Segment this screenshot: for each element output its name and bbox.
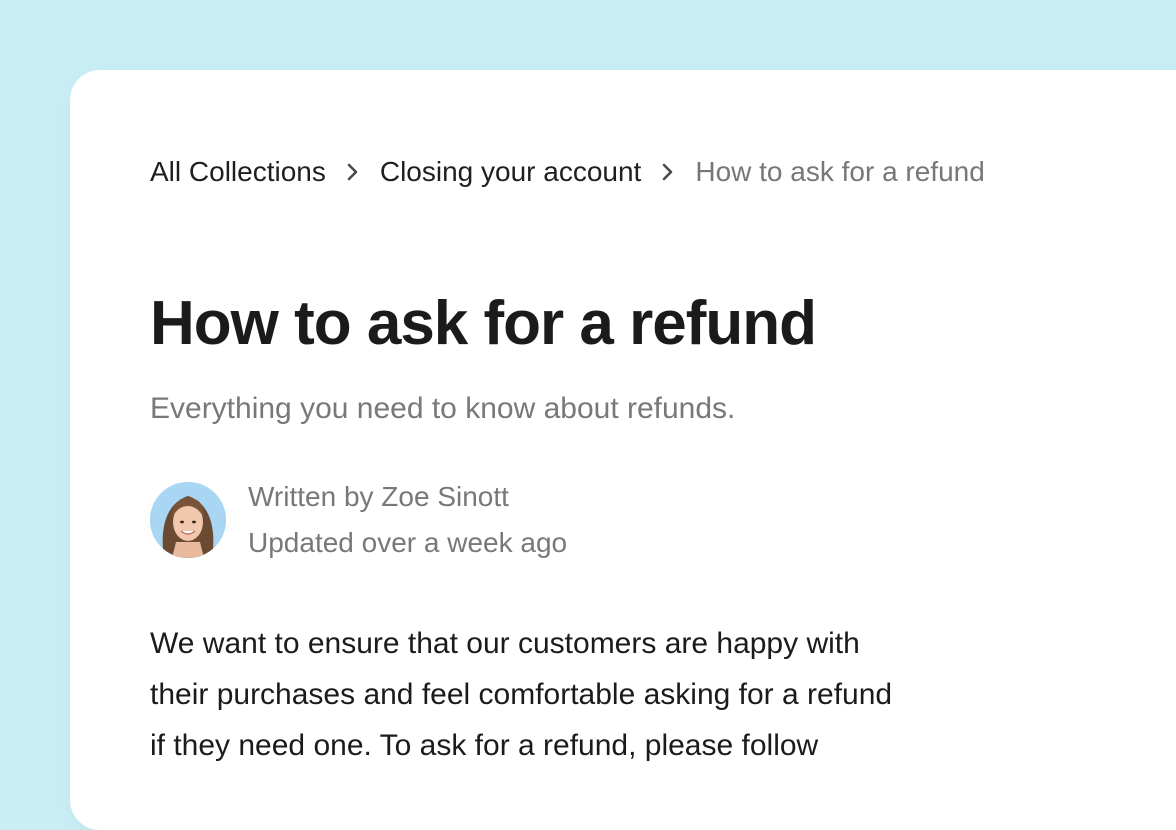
- author-name: Written by Zoe Sinott: [248, 481, 509, 512]
- author-block: Written by Zoe Sinott Updated over a wee…: [150, 474, 567, 566]
- article-body: We want to ensure that our customers are…: [150, 618, 1070, 771]
- breadcrumb: All Collections Closing your account How…: [150, 154, 985, 190]
- breadcrumb-closing-your-account[interactable]: Closing your account: [380, 154, 641, 190]
- body-line: We want to ensure that our customers are…: [150, 627, 860, 660]
- body-line: their purchases and feel comfortable ask…: [150, 678, 893, 711]
- breadcrumb-current-page: How to ask for a refund: [695, 156, 985, 187]
- updated-timestamp: Updated over a week ago: [248, 527, 568, 558]
- body-line: if they need one. To ask for a refund, p…: [150, 729, 819, 762]
- breadcrumb-all-collections[interactable]: All Collections: [150, 154, 326, 190]
- chevron-right-icon: [641, 162, 695, 182]
- author-avatar: [150, 482, 226, 558]
- chevron-right-icon: [326, 162, 380, 182]
- author-meta: Written by Zoe Sinott Updated over a wee…: [248, 474, 567, 566]
- page-title: How to ask for a refund: [150, 289, 817, 358]
- article-card: All Collections Closing your account How…: [70, 70, 1176, 830]
- article-subtitle: Everything you need to know about refund…: [150, 392, 736, 425]
